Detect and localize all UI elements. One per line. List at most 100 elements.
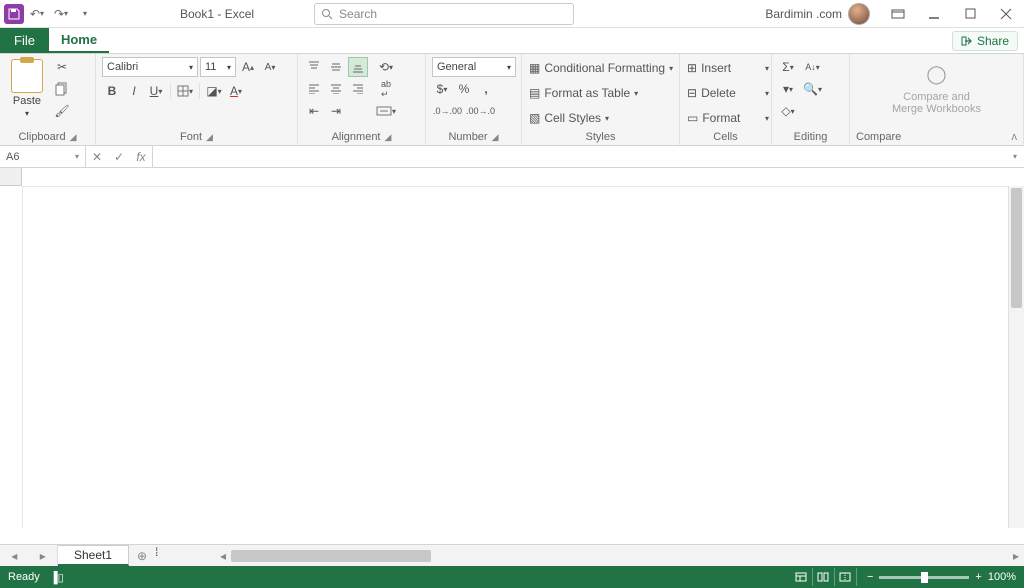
minimize-button[interactable] xyxy=(916,0,952,28)
wrap-text-button[interactable]: ab↵ xyxy=(372,79,400,99)
increase-indent-button[interactable]: ⇥ xyxy=(326,101,346,121)
autosum-button[interactable]: Σ▾ xyxy=(778,57,798,77)
align-top-button[interactable] xyxy=(304,57,324,77)
zoom-level[interactable]: 100% xyxy=(988,571,1016,583)
ribbon: Paste▾ ✂ 🖌 Clipboard◢ Calibri▾ 11▾ A▴ A▾… xyxy=(0,54,1024,146)
decrease-indent-button[interactable]: ⇤ xyxy=(304,101,324,121)
macro-record-icon[interactable]: ▐▯ xyxy=(50,571,64,584)
maximize-button[interactable] xyxy=(952,0,988,28)
find-select-button[interactable]: 🔍▾ xyxy=(802,79,823,99)
format-painter-button[interactable]: 🖌 xyxy=(52,101,72,121)
increase-font-button[interactable]: A▴ xyxy=(238,57,258,77)
compare-icon: ◯ xyxy=(922,59,952,89)
font-dialog-launcher[interactable]: ◢ xyxy=(206,132,213,143)
paste-button[interactable]: Paste▾ xyxy=(6,57,48,119)
format-cells-button[interactable]: ▭Format▾ xyxy=(686,107,770,129)
number-dialog-launcher[interactable]: ◢ xyxy=(492,132,499,143)
status-bar: Ready ▐▯ − + 100% xyxy=(0,566,1024,588)
brush-icon: 🖌 xyxy=(54,104,69,118)
horizontal-scrollbar[interactable]: ◂▸ xyxy=(215,545,1024,566)
qat-customize[interactable]: ▾ xyxy=(74,3,96,25)
insert-icon: ⊞ xyxy=(687,61,697,75)
align-left-button[interactable] xyxy=(304,79,324,99)
format-as-table-button[interactable]: ▤Format as Table▾ xyxy=(528,82,678,104)
search-box[interactable]: Search xyxy=(314,3,574,25)
close-button[interactable] xyxy=(988,0,1024,28)
delete-cells-button[interactable]: ⊟Delete▾ xyxy=(686,82,770,104)
sort-filter-button[interactable]: A↓▾ xyxy=(802,57,823,77)
share-icon xyxy=(961,35,973,47)
font-color-button[interactable]: A▾ xyxy=(226,81,246,101)
font-size-combo[interactable]: 11▾ xyxy=(200,57,236,77)
group-number: General▾ $▾ % , .0→.00 .00→.0 Number◢ xyxy=(426,54,522,145)
decrease-font-button[interactable]: A▾ xyxy=(260,57,280,77)
underline-button[interactable]: U▾ xyxy=(146,81,166,101)
group-editing: Σ▾ ▾▾ ◇▾ A↓▾ 🔍▾ Editing xyxy=(772,54,850,145)
redo-button[interactable]: ↷▾ xyxy=(50,3,72,25)
select-all-corner[interactable] xyxy=(0,168,22,186)
cut-button[interactable]: ✂ xyxy=(52,57,72,77)
cell-styles-button[interactable]: ▧Cell Styles▾ xyxy=(528,107,678,129)
percent-format-button[interactable]: % xyxy=(454,79,474,99)
zoom-in-button[interactable]: + xyxy=(975,571,981,583)
sheet-tab-bar: ◂ ▸ Sheet1 ⊕ ⁞ ◂▸ xyxy=(0,544,1024,566)
undo-button[interactable]: ↶▾ xyxy=(26,3,48,25)
conditional-formatting-button[interactable]: ▦Conditional Formatting▾ xyxy=(528,57,678,79)
ribbon-display-options[interactable] xyxy=(880,0,916,28)
formula-input[interactable] xyxy=(153,146,1006,167)
accounting-format-button[interactable]: $▾ xyxy=(432,79,452,99)
name-box[interactable]: A6▾ xyxy=(0,146,86,167)
align-middle-button[interactable] xyxy=(326,57,346,77)
align-center-button[interactable] xyxy=(326,79,346,99)
cells-area[interactable] xyxy=(22,186,1008,528)
border-button[interactable]: ▾ xyxy=(175,81,195,101)
copy-button[interactable] xyxy=(52,79,72,99)
row-headers[interactable] xyxy=(0,186,22,528)
page-break-view-button[interactable] xyxy=(835,568,857,586)
collapse-ribbon-button[interactable]: ᐱ xyxy=(1012,133,1017,142)
normal-view-button[interactable] xyxy=(791,568,813,586)
italic-button[interactable]: I xyxy=(124,81,144,101)
comma-format-button[interactable]: , xyxy=(476,79,496,99)
tab-split-handle[interactable]: ⁞ xyxy=(155,545,215,566)
vertical-scrollbar[interactable] xyxy=(1008,186,1024,528)
tab-home[interactable]: Home xyxy=(49,28,109,53)
page-layout-view-button[interactable] xyxy=(813,568,835,586)
cancel-formula-button[interactable]: ✕ xyxy=(86,150,108,164)
sheet-nav-prev[interactable]: ◂ xyxy=(11,549,17,563)
clipboard-dialog-launcher[interactable]: ◢ xyxy=(70,132,77,143)
alignment-dialog-launcher[interactable]: ◢ xyxy=(385,132,392,143)
group-styles: ▦Conditional Formatting▾ ▤Format as Tabl… xyxy=(522,54,680,145)
share-button[interactable]: Share xyxy=(952,31,1018,51)
clear-button[interactable]: ◇▾ xyxy=(778,101,798,121)
decrease-decimal-button[interactable]: .00→.0 xyxy=(465,101,496,121)
formula-bar: A6▾ ✕ ✓ fx ▾ xyxy=(0,146,1024,168)
column-headers[interactable] xyxy=(22,168,1008,186)
fx-button[interactable]: fx xyxy=(130,150,152,164)
file-tab[interactable]: File xyxy=(0,28,49,53)
account-area[interactable]: Bardimin .com xyxy=(765,3,870,25)
merge-center-button[interactable]: ▾ xyxy=(372,101,400,121)
increase-decimal-button[interactable]: .0→.00 xyxy=(432,101,463,121)
fill-color-button[interactable]: ◪▾ xyxy=(204,81,224,101)
new-sheet-button[interactable]: ⊕ xyxy=(129,545,155,566)
expand-formula-bar[interactable]: ▾ xyxy=(1006,146,1024,167)
number-format-combo[interactable]: General▾ xyxy=(432,57,516,77)
zoom-out-button[interactable]: − xyxy=(867,571,873,583)
bold-button[interactable]: B xyxy=(102,81,122,101)
search-placeholder: Search xyxy=(339,7,377,21)
worksheet-grid[interactable] xyxy=(0,168,1024,544)
enter-formula-button[interactable]: ✓ xyxy=(108,150,130,164)
sheet-tab-active[interactable]: Sheet1 xyxy=(58,545,129,566)
format-icon: ▭ xyxy=(687,111,698,125)
cell-styles-icon: ▧ xyxy=(529,111,540,125)
sheet-nav-next[interactable]: ▸ xyxy=(40,549,46,563)
ribbon-tabs: File Home Share xyxy=(0,28,1024,54)
align-bottom-button[interactable] xyxy=(348,57,368,77)
font-name-combo[interactable]: Calibri▾ xyxy=(102,57,198,77)
save-button[interactable] xyxy=(4,4,24,24)
align-right-button[interactable] xyxy=(348,79,368,99)
orientation-button[interactable]: ⟲▾ xyxy=(372,57,400,77)
fill-button[interactable]: ▾▾ xyxy=(778,79,798,99)
insert-cells-button[interactable]: ⊞Insert▾ xyxy=(686,57,770,79)
